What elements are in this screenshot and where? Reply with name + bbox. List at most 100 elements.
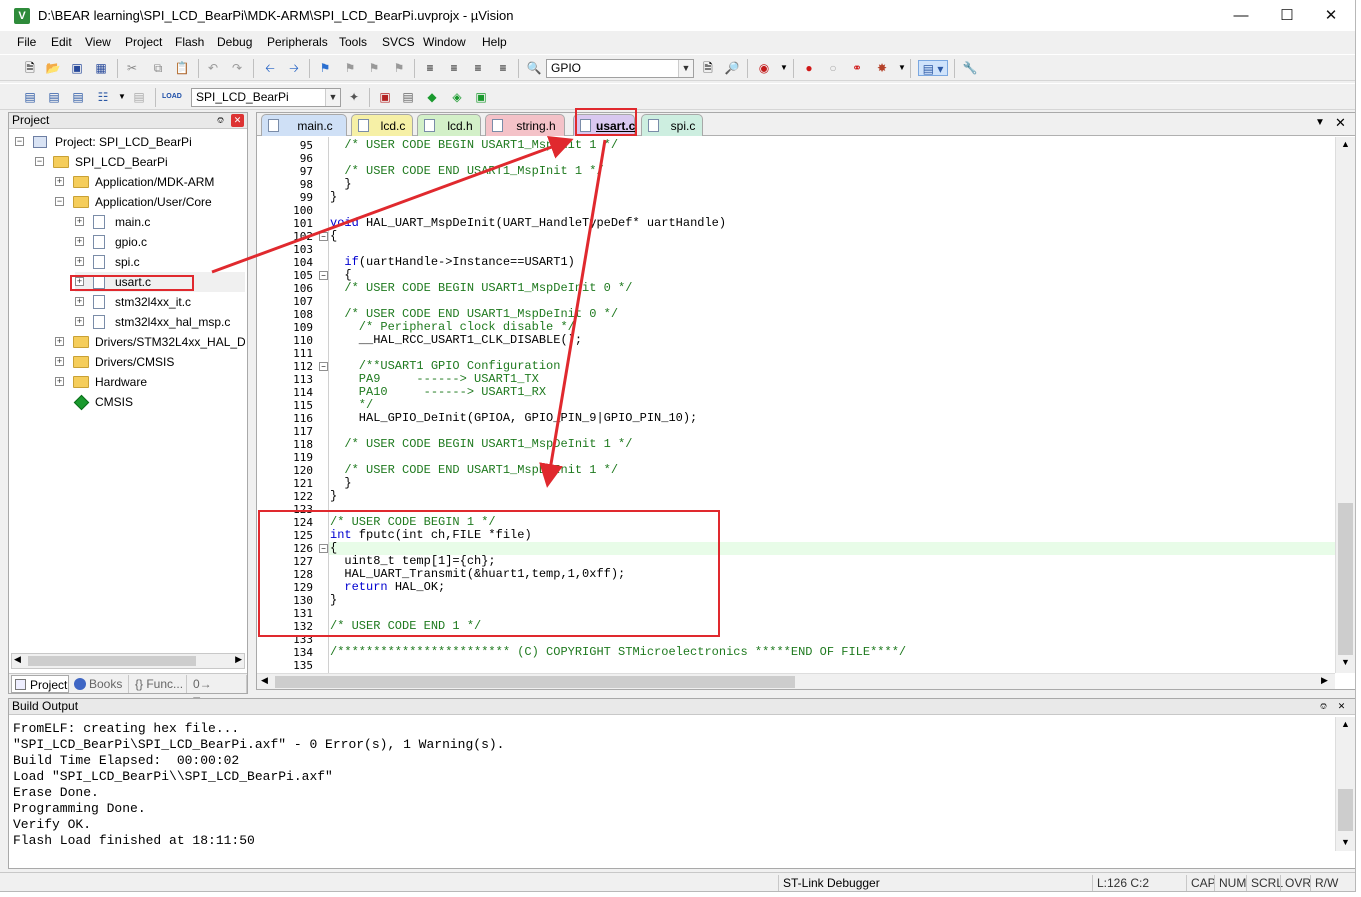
undo-icon[interactable]: ↶ — [205, 60, 221, 76]
configure-icon[interactable]: 🔧 — [962, 60, 978, 76]
incremental-find-icon[interactable]: 🗎 — [700, 60, 716, 76]
menu-window[interactable]: Window — [423, 35, 466, 49]
find-icon[interactable]: 🔎 — [724, 60, 740, 76]
tree-node-project[interactable]: − Project: SPI_LCD_BearPi — [15, 132, 245, 152]
bookmark-icon[interactable]: ⚑ — [317, 60, 333, 76]
chevron-down-icon[interactable]: ▼ — [114, 89, 130, 105]
tab-lcd-c[interactable]: lcd.c — [351, 114, 413, 136]
redo-icon[interactable]: ↷ — [229, 60, 245, 76]
build-output-text[interactable]: FromELF: creating hex file... "SPI_LCD_B… — [13, 721, 1333, 849]
event-recorder-icon[interactable]: ▣ — [473, 89, 489, 105]
chevron-down-icon[interactable]: ▼ — [678, 60, 693, 77]
tab-books[interactable]: Books — [71, 675, 129, 693]
rebuild-icon[interactable]: ▤ — [70, 89, 86, 105]
tab-functions[interactable]: {} Func... — [131, 675, 187, 693]
menu-view[interactable]: View — [85, 35, 111, 49]
expand-icon[interactable]: + — [75, 297, 84, 306]
scrollbar-thumb[interactable] — [275, 676, 795, 688]
editor-vertical-scrollbar[interactable]: ▲ ▼ — [1335, 137, 1355, 673]
tree-node-group[interactable]: + Drivers/CMSIS — [55, 352, 245, 372]
menu-project[interactable]: Project — [125, 35, 162, 49]
minimize-button[interactable]: — — [1218, 0, 1264, 31]
chevron-down-icon[interactable]: ▼ — [776, 60, 792, 76]
scroll-left-icon[interactable]: ◀ — [261, 675, 268, 686]
tree-node-group[interactable]: + Application/MDK-ARM — [55, 172, 245, 192]
navigate-forward-icon[interactable]: 🡢 — [286, 60, 302, 76]
batch-build-icon[interactable]: ☷ — [95, 89, 111, 105]
tree-node-group[interactable]: − Application/User/Core — [55, 192, 245, 212]
expand-icon[interactable]: + — [75, 317, 84, 326]
scroll-down-icon[interactable]: ▼ — [1341, 657, 1350, 667]
expand-icon[interactable]: + — [55, 337, 64, 346]
debug-session-icon[interactable]: ◉ — [756, 60, 772, 76]
stop-build-icon[interactable]: ▤ — [131, 89, 147, 105]
select-packs-icon[interactable]: ▤ — [400, 89, 416, 105]
menu-flash[interactable]: Flash — [175, 35, 204, 49]
save-all-icon[interactable]: ▦ — [93, 60, 109, 76]
project-horizontal-scrollbar[interactable]: ◀ ▶ — [11, 653, 245, 669]
collapse-icon[interactable]: − — [35, 157, 44, 166]
next-bookmark-icon[interactable]: ⚑ — [366, 60, 382, 76]
tree-node-cmsis[interactable]: CMSIS — [55, 392, 245, 412]
indent-icon[interactable]: ≡ — [422, 60, 438, 76]
close-tab-icon[interactable]: ✕ — [1335, 115, 1346, 131]
insert-breakpoint-icon[interactable]: ● — [801, 60, 817, 76]
tab-string-h[interactable]: string.h — [485, 114, 565, 136]
expand-icon[interactable]: + — [75, 237, 84, 246]
expand-icon[interactable]: + — [55, 357, 64, 366]
disable-breakpoints-icon[interactable]: ⚭ — [849, 60, 865, 76]
find-combo[interactable]: GPIO ▼ — [546, 59, 694, 78]
scroll-up-icon[interactable]: ▲ — [1341, 719, 1350, 729]
unindent-icon[interactable]: ≡ — [446, 60, 462, 76]
pin-icon[interactable]: ⎊ — [214, 114, 227, 127]
navigate-back-icon[interactable]: 🡠 — [262, 60, 278, 76]
close-icon[interactable]: ✕ — [231, 114, 244, 127]
expand-icon[interactable]: + — [55, 377, 64, 386]
menu-file[interactable]: File — [17, 35, 36, 49]
scroll-up-icon[interactable]: ▲ — [1341, 139, 1350, 149]
build-icon[interactable]: ▤ — [46, 89, 62, 105]
expand-icon[interactable]: + — [75, 217, 84, 226]
find-in-files-icon[interactable]: 🔍 — [526, 60, 542, 76]
editor-horizontal-scrollbar[interactable]: ◀ ▶ — [257, 673, 1335, 689]
tree-node-group[interactable]: + Drivers/STM32L4xx_HAL_Driver — [55, 332, 245, 352]
menu-tools[interactable]: Tools — [339, 35, 367, 49]
tab-list-chevron-icon[interactable]: ▼ — [1315, 117, 1325, 128]
tree-node-file[interactable]: + gpio.c — [75, 232, 245, 252]
scroll-right-icon[interactable]: ▶ — [1321, 675, 1328, 686]
clear-bookmarks-icon[interactable]: ⚑ — [391, 60, 407, 76]
collapse-icon[interactable]: − — [55, 197, 64, 206]
manage-project-items-icon[interactable]: ▣ — [377, 89, 393, 105]
enable-breakpoint-icon[interactable]: ○ — [825, 60, 841, 76]
pack-installer-icon[interactable]: ◈ — [449, 89, 465, 105]
fold-collapse-icon[interactable]: − — [319, 271, 328, 280]
scrollbar-thumb[interactable] — [28, 656, 196, 666]
target-options-icon[interactable]: ✦ — [346, 89, 362, 105]
comment-icon[interactable]: ≡ — [470, 60, 486, 76]
collapse-icon[interactable]: − — [15, 137, 24, 146]
tab-spi-c[interactable]: spi.c — [641, 114, 703, 136]
copy-icon[interactable]: ⧉ — [150, 60, 166, 76]
scrollbar-thumb[interactable] — [1338, 503, 1353, 655]
tree-node-file[interactable]: + spi.c — [75, 252, 245, 272]
scroll-down-icon[interactable]: ▼ — [1341, 837, 1350, 847]
menu-svcs[interactable]: SVCS — [382, 35, 415, 49]
expand-icon[interactable]: + — [75, 257, 84, 266]
cut-icon[interactable]: ✂ — [124, 60, 140, 76]
pin-icon[interactable]: ⎊ — [1317, 700, 1330, 713]
menu-debug[interactable]: Debug — [217, 35, 252, 49]
prev-bookmark-icon[interactable]: ⚑ — [342, 60, 358, 76]
menu-peripherals[interactable]: Peripherals — [267, 35, 328, 49]
close-window-button[interactable]: ✕ — [1308, 0, 1354, 31]
chevron-down-icon[interactable]: ▼ — [894, 60, 910, 76]
new-file-icon[interactable]: 🗎 — [22, 60, 38, 76]
fold-collapse-icon[interactable]: − — [319, 232, 328, 241]
build-output-scrollbar[interactable]: ▲ ▼ — [1335, 717, 1355, 851]
tree-node-group[interactable]: + Hardware — [55, 372, 245, 392]
manage-rte-icon[interactable]: ◆ — [424, 89, 440, 105]
target-combo[interactable]: SPI_LCD_BearPi ▼ — [191, 88, 341, 107]
scroll-right-icon[interactable]: ▶ — [235, 654, 242, 665]
expand-icon[interactable]: + — [55, 177, 64, 186]
menu-edit[interactable]: Edit — [51, 35, 72, 49]
tab-lcd-h[interactable]: lcd.h — [417, 114, 481, 136]
